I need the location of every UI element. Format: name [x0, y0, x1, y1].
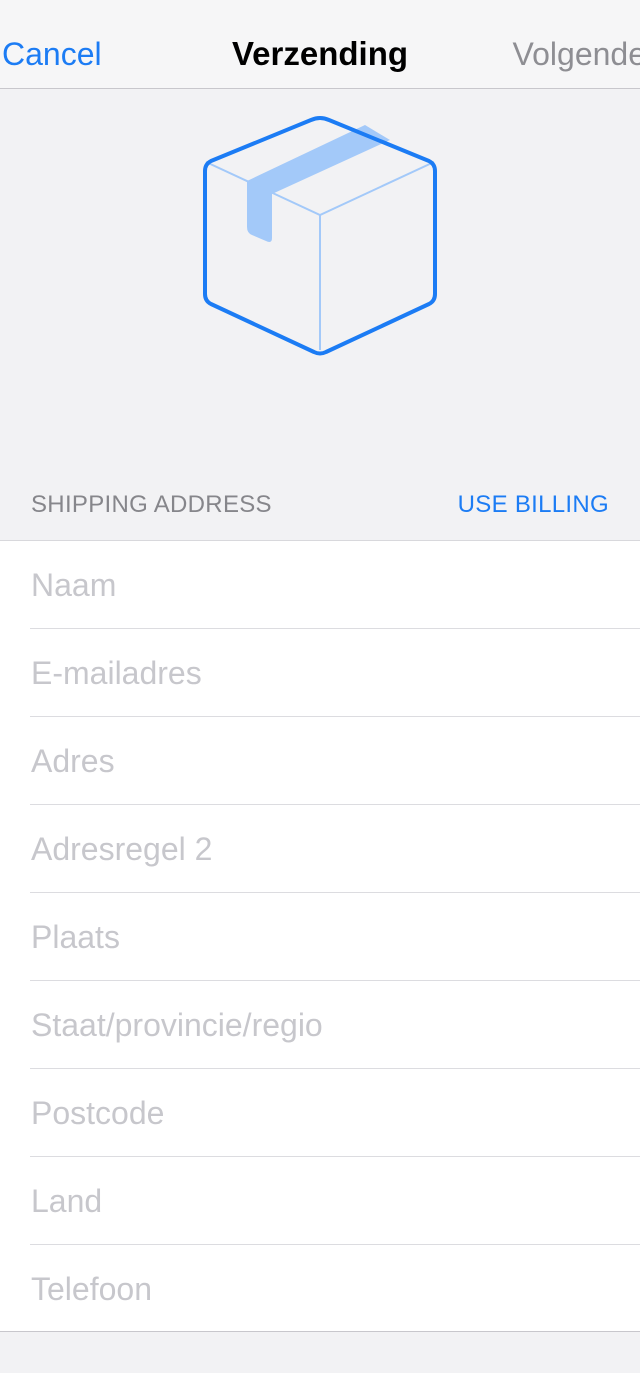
address-line2-field[interactable]: [31, 805, 621, 893]
address-line2-field-row: [0, 805, 640, 893]
name-field[interactable]: [31, 541, 621, 629]
phone-field[interactable]: [31, 1245, 621, 1333]
state-field[interactable]: [31, 981, 621, 1069]
shipping-address-form: [0, 540, 640, 1333]
postcode-field[interactable]: [31, 1069, 621, 1157]
package-box-icon: [203, 116, 437, 356]
city-field-row: [0, 893, 640, 981]
country-field-row: [0, 1157, 640, 1245]
address-field-row: [0, 717, 640, 805]
navigation-bar: Cancel Verzending Volgende: [0, 0, 640, 89]
section-label: SHIPPING ADDRESS: [31, 491, 272, 518]
next-button[interactable]: Volgende: [513, 36, 640, 72]
state-field-row: [0, 981, 640, 1069]
email-field[interactable]: [31, 629, 621, 717]
shipping-illustration: [0, 90, 640, 470]
city-field[interactable]: [31, 893, 621, 981]
name-field-row: [0, 541, 640, 629]
country-field[interactable]: [31, 1157, 621, 1245]
email-field-row: [0, 629, 640, 717]
shipping-address-header: SHIPPING ADDRESS USE BILLING: [0, 470, 640, 540]
phone-field-row: [0, 1245, 640, 1333]
use-billing-button[interactable]: USE BILLING: [458, 491, 609, 519]
address-field[interactable]: [31, 717, 621, 805]
postcode-field-row: [0, 1069, 640, 1157]
